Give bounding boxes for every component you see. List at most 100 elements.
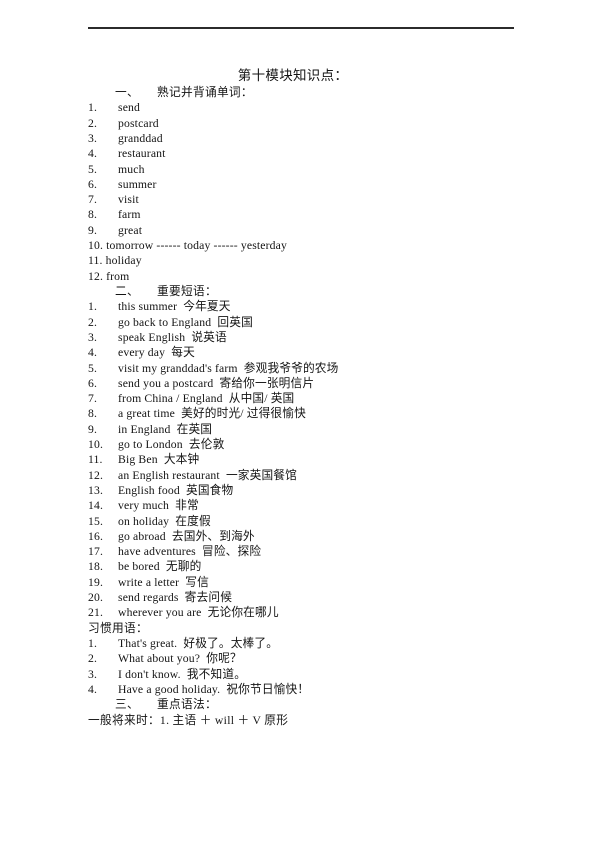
item-index: 1.	[88, 637, 98, 651]
item-index: 7.	[88, 392, 98, 406]
item-index: 3.	[88, 330, 98, 344]
item-index: 10.	[88, 438, 104, 452]
document-body: 第十模块知识点： 一、 熟记并背诵单词： 1. send 2. postcard 3.…	[0, 66, 600, 728]
list-item: 1. this summer 今年夏天	[88, 299, 600, 314]
item-text: go back to England 回英国	[118, 315, 253, 329]
list-item: 3. I don't know. 我不知道。	[88, 667, 600, 682]
grammar-rule: 一般将来时：1. 主语 ＋ will ＋ V 原形	[88, 713, 289, 727]
item-index: 19.	[88, 575, 104, 589]
list-item: 19. write a letter 写信	[88, 575, 600, 590]
item-index: 5.	[88, 361, 98, 375]
item-text: this summer 今年夏天	[118, 300, 231, 314]
list-item: 7. visit	[88, 192, 600, 207]
item-text: restaurant	[118, 147, 166, 161]
list-item: 1. send	[88, 100, 600, 115]
item-text: send you a postcard 寄给你一张明信片	[118, 376, 315, 390]
section-heading-grammar: 三、 重点语法：	[115, 697, 600, 712]
item-text: from China / England 从中国/ 英国	[118, 392, 295, 406]
item-index: 15.	[88, 514, 104, 528]
section-heading-phrases: 二、 重要短语：	[115, 284, 600, 299]
item-text: summer	[118, 177, 157, 191]
list-item: 5. much	[88, 162, 600, 177]
list-item: 2. postcard	[88, 116, 600, 131]
list-item: 16. go abroad 去国外、到海外	[88, 529, 600, 544]
page-title: 第十模块知识点：	[237, 68, 349, 83]
item-index: 1.	[88, 300, 98, 314]
item-text: Have a good holiday. 祝你节日愉快！	[118, 682, 310, 696]
item-text: visit	[118, 193, 139, 207]
item-text: be bored 无聊的	[118, 560, 202, 574]
item-index: 5.	[88, 162, 98, 176]
list-item: 1. That's great. 好极了。太棒了。	[88, 636, 600, 651]
item-index: 2.	[88, 315, 98, 329]
list-item: 3. granddad	[88, 131, 600, 146]
list-item: 10. go to London 去伦敦	[88, 437, 600, 452]
item-text: write a letter 写信	[118, 575, 209, 589]
list-item: 21. wherever you are 无论你在哪儿	[88, 605, 600, 620]
document-page: 第十模块知识点： 一、 熟记并背诵单词： 1. send 2. postcard 3.…	[0, 0, 600, 845]
item-index: 2.	[88, 116, 98, 130]
item-index: 9.	[88, 422, 98, 436]
item-index: 2.	[88, 652, 98, 666]
list-item: 12. from	[88, 269, 600, 284]
item-text: every day 每天	[118, 346, 195, 360]
list-item: 2. go back to England 回英国	[88, 315, 600, 330]
list-item: 9. in England 在英国	[88, 422, 600, 437]
section-title-phrases: 重要短语：	[157, 284, 217, 298]
section-number-words: 一、	[115, 86, 139, 99]
list-item: 14. very much 非常	[88, 498, 600, 513]
item-text: What about you? 你呢？	[118, 652, 242, 666]
item-index: 11.	[88, 453, 103, 467]
list-item: 8. a great time 美好的时光/ 过得很愉快	[88, 406, 600, 421]
item-text: Big Ben 大本钟	[118, 453, 200, 467]
item-index: 9.	[88, 223, 98, 237]
list-item: 20. send regards 寄去问候	[88, 590, 600, 605]
section-number-phrases: 二、	[115, 284, 139, 298]
list-item: 8. farm	[88, 207, 600, 222]
item-text: visit my granddad's farm 参观我爷爷的农场	[118, 361, 339, 375]
item-text: send regards 寄去问候	[118, 591, 233, 605]
list-item: 18. be bored 无聊的	[88, 559, 600, 574]
item-index: 4.	[88, 346, 98, 360]
list-item: 15. on holiday 在度假	[88, 514, 600, 529]
word-list: 1. send 2. postcard 3. granddad 4. restauran…	[0, 100, 600, 284]
item-index: 12.	[88, 269, 104, 283]
item-text: go to London 去伦敦	[118, 438, 225, 452]
list-item: 11. holiday	[88, 253, 600, 268]
section-heading-idioms: 习惯用语：	[88, 621, 148, 635]
section-number-grammar: 三、	[115, 698, 139, 712]
list-item: 7. from China / England 从中国/ 英国	[88, 391, 600, 406]
item-text: holiday	[105, 254, 142, 268]
item-index: 3.	[88, 667, 98, 681]
item-text: farm	[118, 208, 141, 222]
section-heading-words: 一、 熟记并背诵单词：	[115, 85, 600, 100]
list-item: 10. tomorrow ------ today ------ yesterda…	[88, 238, 600, 253]
section-title-grammar: 重点语法：	[157, 698, 217, 712]
item-index: 4.	[88, 147, 98, 161]
item-index: 6.	[88, 376, 98, 390]
item-index: 16.	[88, 529, 104, 543]
list-item: 5. visit my granddad's farm 参观我爷爷的农场	[88, 361, 600, 376]
item-text: speak English 说英语	[118, 330, 227, 344]
item-text: wherever you are 无论你在哪儿	[118, 606, 279, 620]
item-index: 13.	[88, 483, 104, 497]
item-index: 7.	[88, 193, 98, 207]
list-item: 4. every day 每天	[88, 345, 600, 360]
item-text: an English restaurant 一家英国餐馆	[118, 468, 297, 482]
list-item: 17. have adventures 冒险、探险	[88, 544, 600, 559]
phrase-list: 1. this summer 今年夏天 2. go back to England …	[0, 299, 600, 620]
list-item: 13. English food 英国食物	[88, 483, 600, 498]
list-item: 12. an English restaurant 一家英国餐馆	[88, 468, 600, 483]
item-text: much	[118, 162, 145, 176]
item-index: 6.	[88, 177, 98, 191]
item-text: have adventures 冒险、探险	[118, 545, 262, 559]
item-index: 14.	[88, 499, 104, 513]
list-item: 6. summer	[88, 177, 600, 192]
item-text: granddad	[118, 132, 163, 145]
item-text: on holiday 在度假	[118, 514, 211, 528]
item-index: 3.	[88, 132, 98, 145]
item-index: 4.	[88, 682, 98, 696]
list-item: 9. great	[88, 223, 600, 238]
item-text: a great time 美好的时光/ 过得很愉快	[118, 407, 306, 421]
item-index: 10.	[88, 239, 104, 253]
